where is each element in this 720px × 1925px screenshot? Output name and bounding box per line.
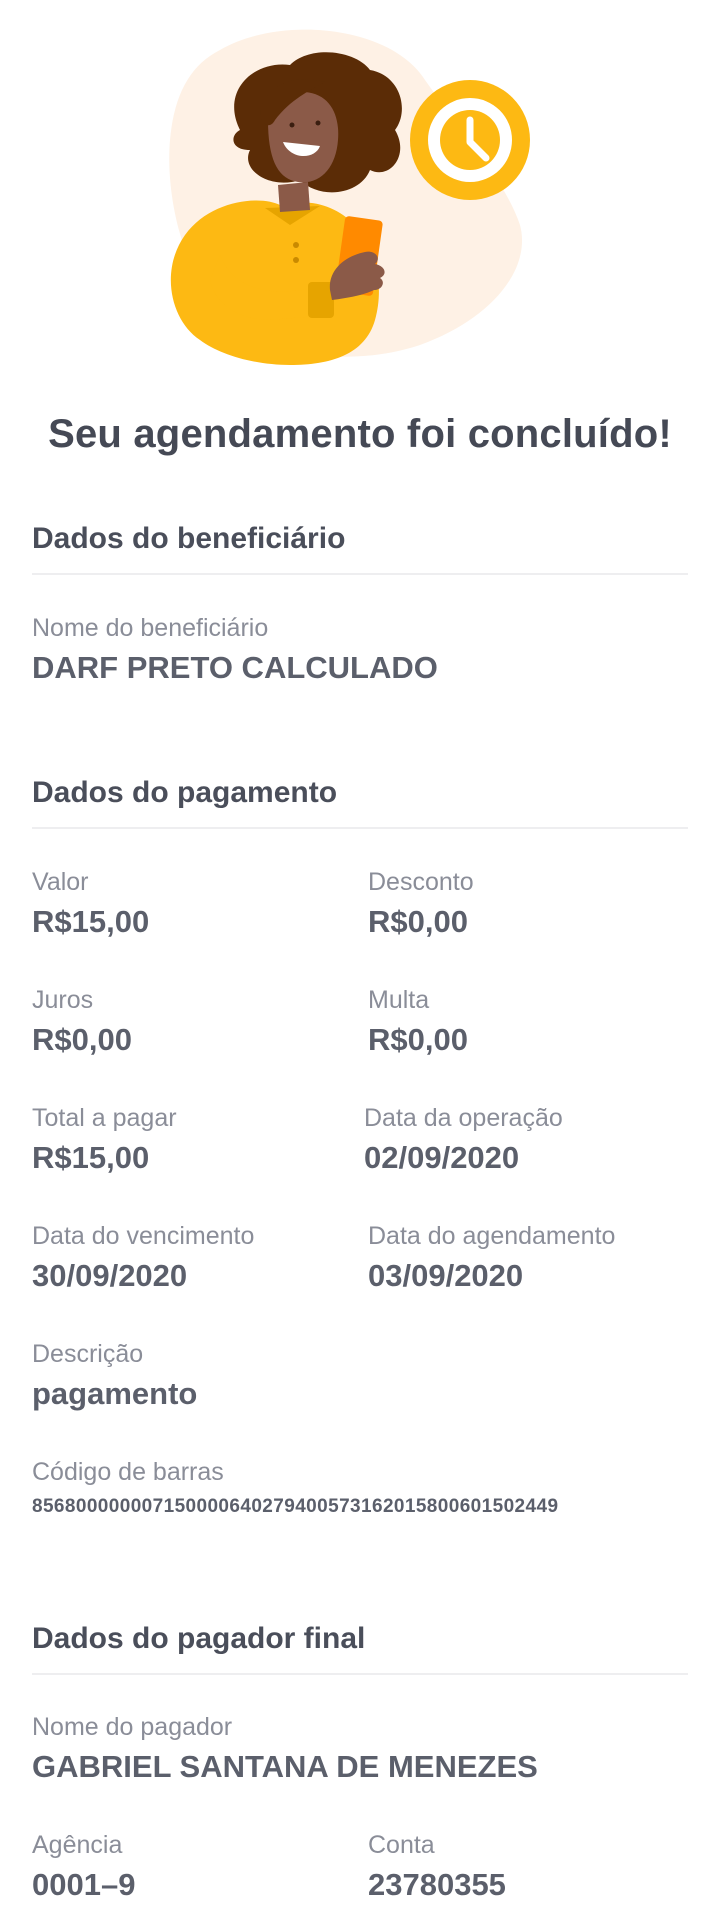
data-vencimento-label: Data do vencimento — [32, 1222, 255, 1250]
payer-name-field: Nome do pagador GABRIEL SANTANA DE MENEZ… — [32, 1711, 538, 1787]
agencia-value: 0001–9 — [32, 1867, 136, 1902]
codigo-barras-value: 8568000000071500006402794005731620158006… — [32, 1496, 559, 1517]
section-divider — [32, 1673, 688, 1675]
data-agendamento-field: Data do agendamento 03/09/2020 — [368, 1220, 615, 1296]
desconto-value: R$0,00 — [368, 904, 468, 939]
valor-value: R$15,00 — [32, 904, 150, 939]
clock-icon — [410, 80, 530, 200]
page-title: Seu agendamento foi concluído! — [48, 412, 672, 456]
conta-value: 23780355 — [368, 1867, 506, 1902]
data-operacao-label: Data da operação — [364, 1104, 563, 1132]
section-divider — [32, 573, 688, 575]
data-operacao-field: Data da operação 02/09/2020 — [364, 1102, 563, 1178]
agencia-label: Agência — [32, 1831, 123, 1859]
descricao-field: Descrição pagamento — [32, 1338, 197, 1414]
conta-label: Conta — [368, 1831, 435, 1859]
descricao-value: pagamento — [32, 1376, 198, 1411]
desconto-label: Desconto — [368, 868, 474, 896]
beneficiary-name-field: Nome do beneficiário DARF PRETO CALCULAD… — [32, 612, 438, 688]
data-vencimento-field: Data do vencimento 30/09/2020 — [32, 1220, 254, 1296]
payer-name-value: GABRIEL SANTANA DE MENEZES — [32, 1749, 538, 1784]
juros-label: Juros — [32, 986, 94, 1014]
conta-field: Conta 23780355 — [368, 1829, 506, 1905]
codigo-barras-label: Código de barras — [32, 1458, 224, 1486]
juros-field: Juros R$0,00 — [32, 984, 132, 1060]
valor-label: Valor — [32, 868, 89, 896]
beneficiary-name-label: Nome do beneficiário — [32, 614, 269, 642]
desconto-field: Desconto R$0,00 — [368, 866, 474, 942]
section-divider — [32, 827, 688, 829]
success-illustration — [160, 20, 580, 380]
beneficiary-name-value: DARF PRETO CALCULADO — [32, 650, 438, 685]
juros-value: R$0,00 — [32, 1022, 132, 1057]
multa-field: Multa R$0,00 — [368, 984, 468, 1060]
agencia-field: Agência 0001–9 — [32, 1829, 135, 1905]
data-agendamento-label: Data do agendamento — [368, 1222, 616, 1250]
total-field: Total a pagar R$15,00 — [32, 1102, 177, 1178]
total-value: R$15,00 — [32, 1140, 150, 1175]
data-agendamento-value: 03/09/2020 — [368, 1258, 524, 1293]
data-vencimento-value: 30/09/2020 — [32, 1258, 188, 1293]
payment-section-title: Dados do pagamento — [32, 776, 338, 809]
multa-value: R$0,00 — [368, 1022, 468, 1057]
codigo-barras-field: Código de barras 85680000000715000064027… — [32, 1456, 558, 1520]
descricao-label: Descrição — [32, 1340, 144, 1368]
data-operacao-value: 02/09/2020 — [364, 1140, 520, 1175]
multa-label: Multa — [368, 986, 430, 1014]
beneficiary-section-title: Dados do beneficiário — [32, 522, 346, 555]
valor-field: Valor R$15,00 — [32, 866, 149, 942]
payer-name-label: Nome do pagador — [32, 1713, 233, 1741]
total-label: Total a pagar — [32, 1104, 177, 1132]
woman-with-phone-illustration — [169, 29, 530, 365]
payer-section-title: Dados do pagador final — [32, 1622, 366, 1655]
